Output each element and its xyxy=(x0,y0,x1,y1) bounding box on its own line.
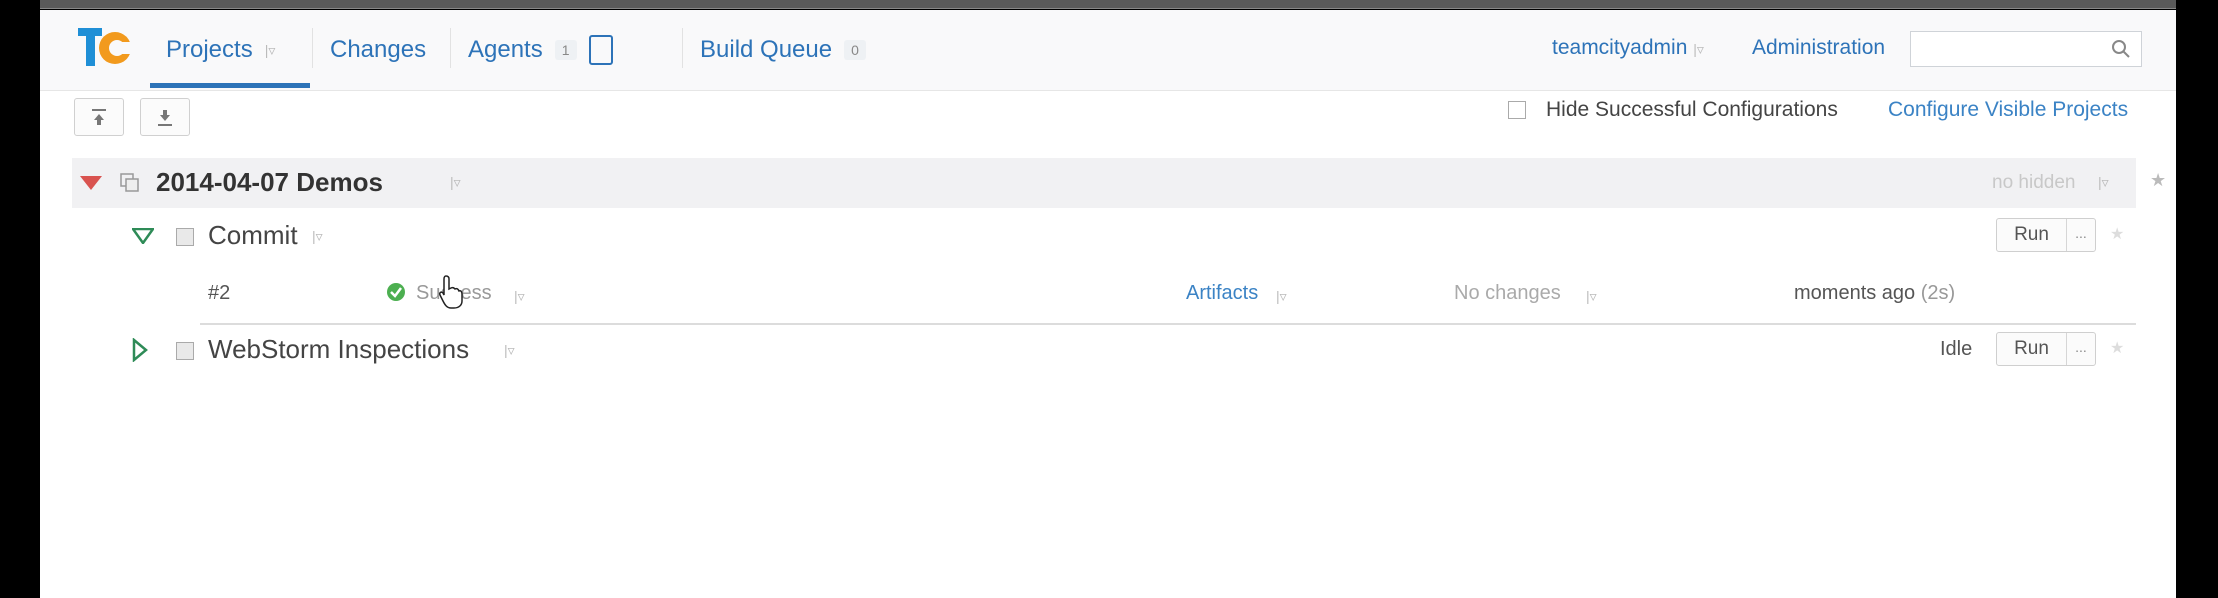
project-name[interactable]: 2014-04-07 Demos xyxy=(156,167,383,198)
run-button-webstorm[interactable]: Run ... xyxy=(1996,332,2096,366)
build-queue-count-badge: 0 xyxy=(844,40,866,60)
changes-dropdown-icon[interactable]: |▿ xyxy=(1586,288,1597,305)
artifacts-dropdown-icon[interactable]: |▿ xyxy=(1276,288,1287,305)
user-dropdown-icon[interactable]: |▿ xyxy=(1693,41,1704,57)
run-label: Run xyxy=(1997,333,2067,365)
configure-visible-projects-link[interactable]: Configure Visible Projects xyxy=(1888,98,2128,122)
webstorm-dropdown-icon[interactable]: |▿ xyxy=(504,342,515,359)
tab-build-queue-label: Build Queue xyxy=(700,36,833,63)
commit-star-icon[interactable]: ★ xyxy=(2110,224,2124,244)
project-star-icon[interactable]: ★ xyxy=(2150,170,2166,191)
navbar: Projects |▿ Changes Agents 1 Build Queue… xyxy=(40,10,2176,91)
teamcity-page: Projects |▿ Changes Agents 1 Build Queue… xyxy=(40,10,2176,598)
status-dropdown-icon[interactable]: |▿ xyxy=(514,288,525,305)
tab-build-queue[interactable]: Build Queue 0 xyxy=(700,32,866,68)
expand-all-icon xyxy=(158,110,172,126)
config-icon xyxy=(176,228,194,246)
row-divider xyxy=(200,323,2136,325)
nav-separator xyxy=(450,28,451,68)
project-row: 2014-04-07 Demos |▿ no hidden |▿ ★ xyxy=(72,158,2166,208)
collapse-project-icon[interactable] xyxy=(80,176,102,190)
changes-text[interactable]: No changes xyxy=(1454,282,1561,305)
run-options-button[interactable]: ... xyxy=(2067,333,2095,365)
checkmark-icon xyxy=(387,283,405,301)
projects-dropdown-icon[interactable]: |▿ xyxy=(265,42,276,59)
config-state: Idle xyxy=(1940,338,1973,360)
project-dropdown-icon[interactable]: |▿ xyxy=(450,174,461,191)
tab-projects[interactable]: Projects |▿ xyxy=(166,32,275,68)
commit-dropdown-icon[interactable]: |▿ xyxy=(312,228,323,245)
administration-link[interactable]: Administration xyxy=(1752,36,1885,60)
build-time-value: moments ago xyxy=(1794,282,1916,304)
build-number[interactable]: #2 xyxy=(208,282,230,305)
search-input[interactable] xyxy=(1910,31,2142,67)
user-menu[interactable]: teamcityadmin |▿ xyxy=(1552,36,1704,60)
agents-count-badge: 1 xyxy=(554,40,577,60)
active-tab-indicator xyxy=(150,83,310,88)
config-name-commit[interactable]: Commit xyxy=(208,220,298,251)
tab-agents[interactable]: Agents 1 xyxy=(468,32,613,68)
search-icon[interactable] xyxy=(2111,39,2131,59)
right-margin xyxy=(2176,0,2218,598)
tab-projects-label: Projects xyxy=(166,36,253,63)
hide-successful-label: Hide Successful Configurations xyxy=(1546,98,1838,121)
webstorm-star-icon[interactable]: ★ xyxy=(2110,338,2124,358)
expand-all-button[interactable] xyxy=(140,98,190,136)
config-name-webstorm[interactable]: WebStorm Inspections xyxy=(208,334,469,365)
hidden-count-note[interactable]: no hidden xyxy=(1992,172,2075,194)
nav-separator xyxy=(312,28,313,68)
username: teamcityadmin xyxy=(1552,36,1688,59)
window-strip xyxy=(40,0,2178,9)
hide-successful-checkbox[interactable] xyxy=(1508,101,1526,119)
artifacts-link[interactable]: Artifacts xyxy=(1186,282,1258,305)
build-duration: (2s) xyxy=(1920,282,1956,304)
teamcity-logo[interactable] xyxy=(78,24,132,72)
collapse-all-button[interactable] xyxy=(74,98,124,136)
tab-changes[interactable]: Changes xyxy=(330,32,426,68)
run-button-commit[interactable]: Run ... xyxy=(1996,218,2096,252)
build-time: moments ago (2s) xyxy=(1794,282,1955,305)
run-label: Run xyxy=(1997,219,2067,251)
expand-config-icon[interactable] xyxy=(132,338,148,362)
nav-separator xyxy=(682,28,683,68)
tab-agents-label: Agents xyxy=(468,36,543,63)
project-icon xyxy=(120,173,139,192)
config-icon xyxy=(176,342,194,360)
agent-status-icon[interactable] xyxy=(588,35,613,65)
hidden-dropdown-icon[interactable]: |▿ xyxy=(2098,174,2109,191)
collapse-config-icon[interactable] xyxy=(132,228,154,244)
collapse-all-icon xyxy=(92,109,106,125)
tab-changes-label: Changes xyxy=(330,36,427,63)
run-options-button[interactable]: ... xyxy=(2067,219,2095,251)
cursor-hand-icon xyxy=(439,275,463,309)
window-top-strip xyxy=(0,0,2218,10)
